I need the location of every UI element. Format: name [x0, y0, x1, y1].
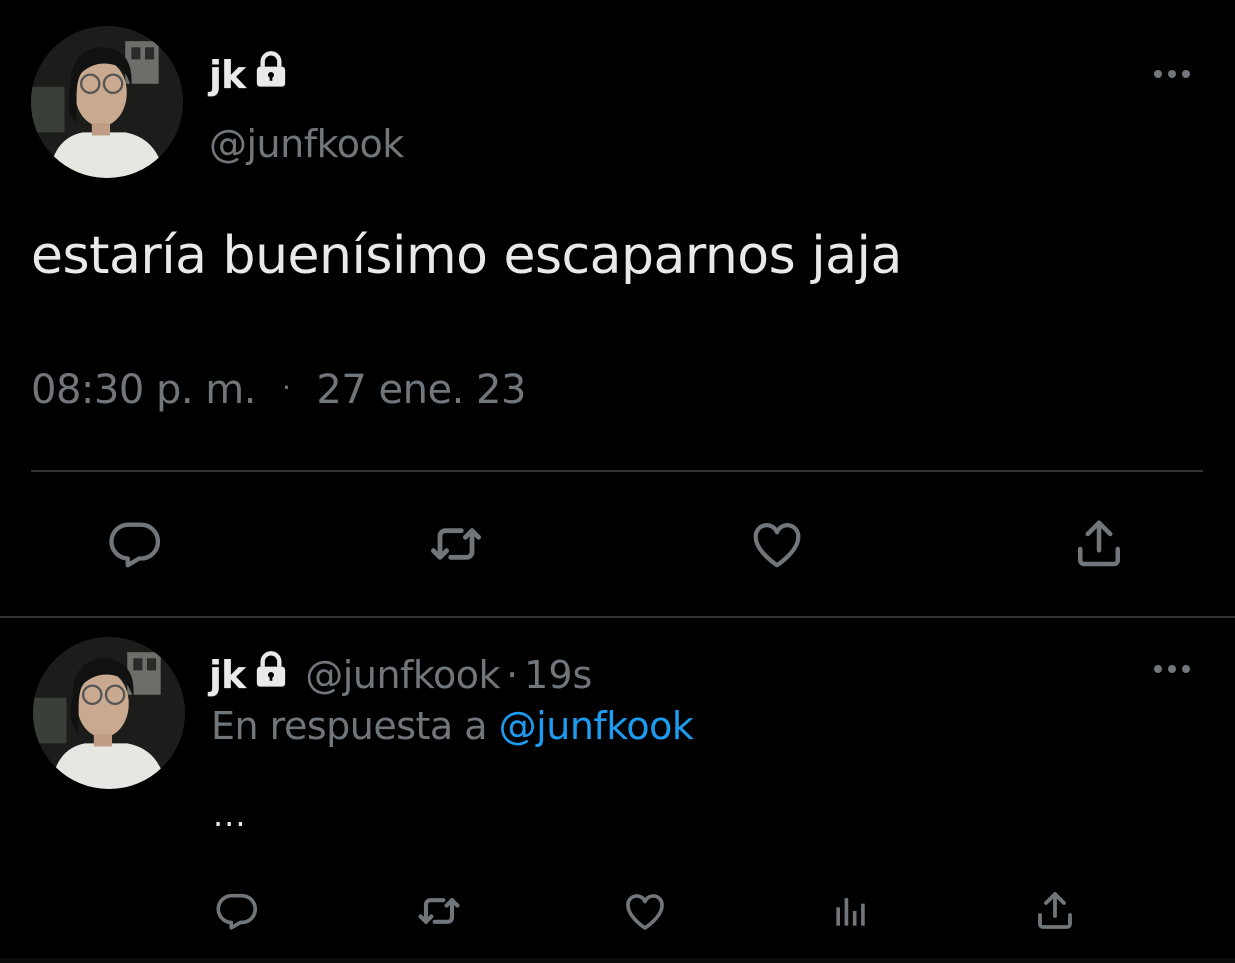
like-icon[interactable]: [745, 512, 809, 576]
replying-to-prefix: En respuesta a: [211, 704, 488, 748]
meta-separator: ·: [282, 371, 291, 404]
reply-header: jk @junfkook · 19s: [209, 650, 592, 699]
replying-to-mention[interactable]: @junfkook: [499, 704, 694, 748]
lock-icon: [251, 50, 291, 99]
display-name-text[interactable]: jk: [209, 53, 246, 97]
replying-to: En respuesta a @junfkook: [211, 704, 694, 748]
retweet-icon[interactable]: [412, 886, 466, 936]
share-icon[interactable]: [1030, 886, 1080, 936]
avatar-photo: [31, 26, 183, 178]
reply-relative-time[interactable]: 19s: [524, 653, 592, 697]
divider: [0, 616, 1235, 618]
reply-display-name[interactable]: jk: [209, 653, 246, 697]
reply-handle[interactable]: @junfkook: [305, 653, 500, 697]
retweet-icon[interactable]: [424, 512, 488, 576]
reply-text: ...: [213, 796, 247, 834]
like-icon[interactable]: [620, 886, 670, 936]
reply-time-separator: ·: [506, 652, 519, 697]
lock-icon: [251, 650, 291, 699]
avatar[interactable]: [33, 637, 185, 789]
tweet-text: estaría buenísimo escaparnos jaja: [31, 226, 902, 286]
more-options-icon[interactable]: [1150, 62, 1194, 86]
user-handle[interactable]: @junfkook: [209, 122, 404, 166]
share-icon[interactable]: [1067, 512, 1131, 576]
tweet-time: 08:30 p. m.: [31, 367, 257, 413]
reply-icon[interactable]: [212, 886, 262, 936]
divider: [0, 958, 1235, 963]
tweet-timestamp[interactable]: 08:30 p. m. · 27 ene. 23: [31, 367, 526, 413]
divider: [31, 470, 1203, 472]
reply-actions: [0, 886, 1235, 942]
analytics-icon[interactable]: [826, 886, 876, 936]
avatar-photo: [33, 637, 185, 789]
tweet-actions: [0, 512, 1235, 576]
more-options-icon[interactable]: [1150, 657, 1194, 681]
tweet-date: 27 ene. 23: [316, 367, 526, 413]
display-name[interactable]: jk: [209, 50, 291, 99]
reply-icon[interactable]: [103, 512, 167, 576]
avatar[interactable]: [31, 26, 183, 178]
